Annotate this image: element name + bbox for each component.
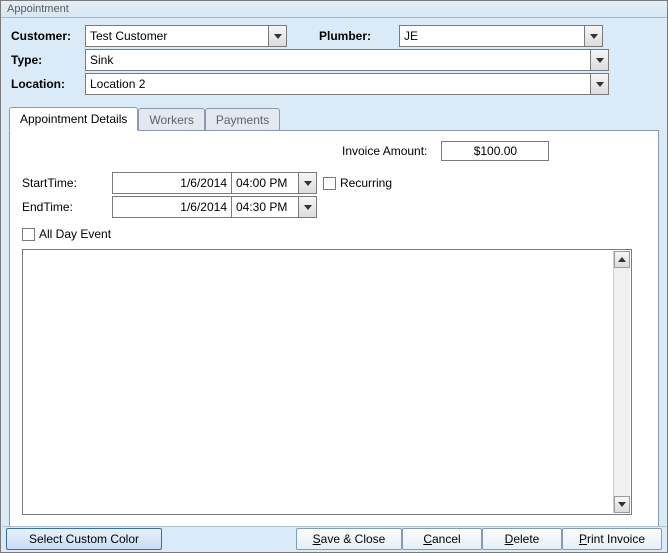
location-value: Location 2 — [86, 77, 590, 91]
customer-combo[interactable]: Test Customer — [85, 25, 287, 47]
start-time-combo[interactable]: 04:00 PM — [231, 172, 317, 194]
customer-label: Customer: — [9, 29, 85, 43]
scroll-down-button[interactable] — [614, 496, 630, 513]
customer-value: Test Customer — [86, 29, 268, 43]
type-combo[interactable]: Sink — [85, 49, 609, 71]
chevron-down-icon[interactable] — [298, 173, 316, 193]
allday-label: All Day Event — [39, 227, 111, 241]
tab-appointment-details[interactable]: Appointment Details — [9, 107, 138, 131]
recurring-checkbox[interactable] — [323, 177, 336, 190]
invoice-amount-label: Invoice Amount: — [342, 144, 427, 158]
bottom-toolbar: Select Custom Color Save & Close Cancel … — [2, 526, 666, 551]
print-invoice-button[interactable]: Print Invoice — [562, 528, 662, 550]
cancel-button[interactable]: Cancel — [402, 528, 482, 550]
notes-textarea[interactable] — [22, 249, 632, 515]
scroll-up-button[interactable] — [614, 251, 630, 268]
plumber-label: Plumber: — [319, 29, 399, 43]
tab-workers[interactable]: Workers — [138, 108, 204, 131]
chevron-down-icon[interactable] — [590, 50, 608, 70]
endtime-label: EndTime: — [22, 200, 112, 214]
end-time-combo[interactable]: 04:30 PM — [231, 196, 317, 218]
tab-page-details: Invoice Amount: $100.00 StartTime: 1/6/2… — [9, 130, 659, 544]
tab-container: Appointment Details Workers Payments Inv… — [9, 106, 659, 544]
save-close-button[interactable]: Save & Close — [296, 528, 402, 550]
type-label: Type: — [9, 53, 85, 67]
scrollbar-vertical[interactable] — [613, 251, 630, 513]
header-form: Customer: Test Customer Plumber: JE Type… — [1, 18, 667, 96]
starttime-label: StartTime: — [22, 176, 112, 190]
allday-checkbox[interactable] — [22, 228, 35, 241]
location-label: Location: — [9, 77, 85, 91]
window-title: Appointment — [1, 1, 667, 18]
chevron-down-icon[interactable] — [268, 26, 286, 46]
end-time-value: 04:30 PM — [232, 197, 298, 217]
end-date-field[interactable]: 1/6/2014 — [112, 196, 232, 218]
invoice-amount-field[interactable]: $100.00 — [441, 141, 549, 161]
plumber-combo[interactable]: JE — [399, 25, 603, 47]
appointment-window: Appointment Customer: Test Customer Plum… — [0, 0, 668, 553]
chevron-down-icon[interactable] — [584, 26, 602, 46]
start-time-value: 04:00 PM — [232, 173, 298, 193]
start-date-field[interactable]: 1/6/2014 — [112, 172, 232, 194]
location-combo[interactable]: Location 2 — [85, 73, 609, 95]
recurring-label: Recurring — [340, 176, 392, 190]
plumber-value: JE — [400, 29, 584, 43]
type-value: Sink — [86, 53, 590, 67]
chevron-down-icon[interactable] — [590, 74, 608, 94]
chevron-down-icon[interactable] — [298, 197, 316, 217]
select-custom-color-button[interactable]: Select Custom Color — [6, 528, 162, 550]
allday-checkbox-wrap[interactable]: All Day Event — [22, 227, 646, 241]
tab-payments[interactable]: Payments — [205, 108, 280, 131]
recurring-checkbox-wrap[interactable]: Recurring — [323, 176, 392, 190]
delete-button[interactable]: Delete — [482, 528, 562, 550]
tab-strip: Appointment Details Workers Payments — [9, 106, 659, 130]
